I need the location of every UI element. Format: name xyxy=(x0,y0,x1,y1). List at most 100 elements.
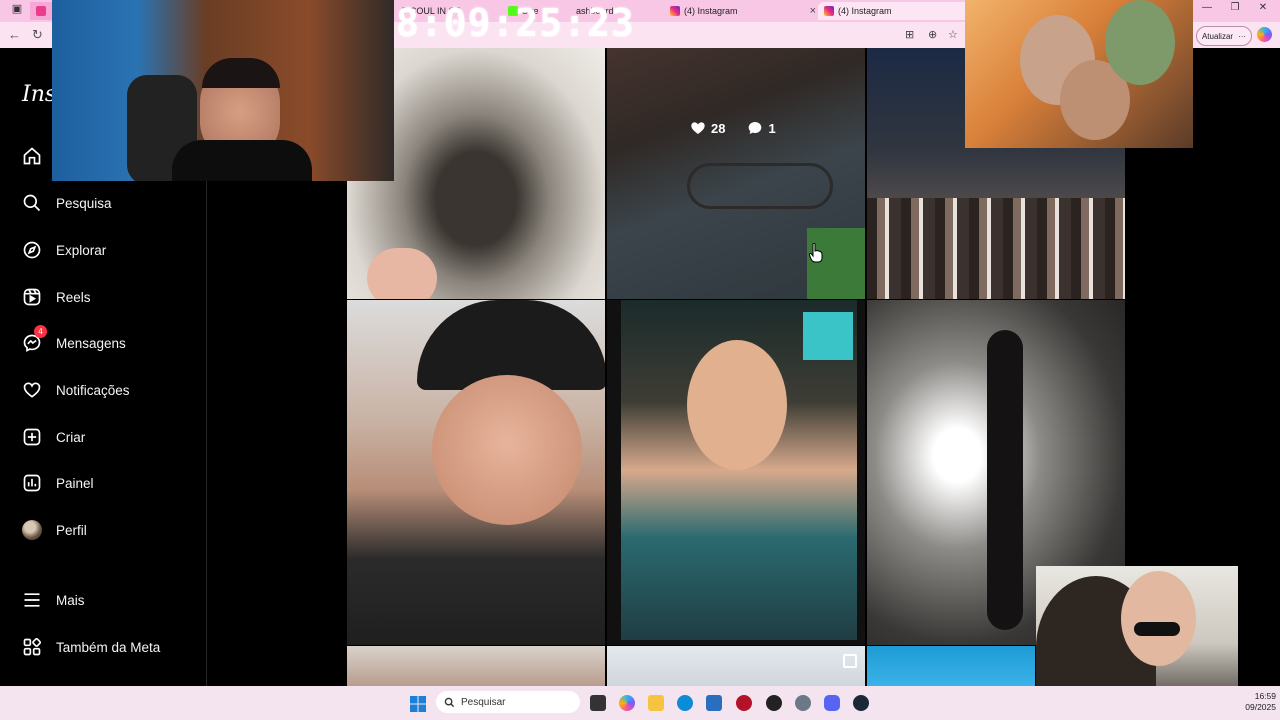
notification-badge: 4 xyxy=(34,325,47,338)
home-icon xyxy=(23,147,41,165)
back-icon[interactable]: ← xyxy=(8,27,21,42)
sidebar-item-dashboard[interactable]: Painel xyxy=(22,471,94,495)
hand-cursor-icon xyxy=(809,243,823,263)
tab-instagram-2[interactable]: (4) Instagram xyxy=(818,2,976,20)
sidebar-item-label: Mensagens xyxy=(56,335,126,351)
instagram-tab-icon xyxy=(824,6,834,16)
post-thumbnail-partial[interactable] xyxy=(347,646,605,686)
stream-clock-overlay: 8:09:25:23 xyxy=(396,1,635,45)
post-image-detail xyxy=(367,248,437,299)
reels-icon xyxy=(23,288,41,306)
refresh-icon[interactable]: ↻ xyxy=(32,27,43,43)
settings-gear-icon[interactable] xyxy=(795,695,811,711)
sidebar-item-search[interactable]: Pesquisa xyxy=(22,191,112,215)
close-window-icon[interactable]: ✕ xyxy=(1248,2,1278,13)
windows-start-icon[interactable] xyxy=(410,696,426,712)
sidebar-item-label: Explorar xyxy=(56,242,107,258)
sidebar-item-home[interactable] xyxy=(22,144,56,168)
sidebar-item-explore[interactable]: Explorar xyxy=(22,238,106,262)
webcam-detail xyxy=(202,58,280,88)
steam-icon[interactable] xyxy=(853,695,869,711)
sidebar-item-profile[interactable]: Perfil xyxy=(22,518,87,542)
discord-icon[interactable] xyxy=(824,695,840,711)
comments-stat: 1 xyxy=(747,120,776,136)
favorite-star-icon[interactable]: ☆ xyxy=(948,28,958,41)
comment-filled-icon xyxy=(749,122,762,134)
sidebar-item-reels[interactable]: Reels xyxy=(22,285,91,309)
sidebar-item-more[interactable]: Mais xyxy=(22,588,85,612)
chart-icon xyxy=(23,474,41,492)
sidebar-item-label: Mais xyxy=(56,592,85,608)
sidebar-item-label: Reels xyxy=(56,289,91,305)
copilot-app-icon[interactable] xyxy=(619,695,635,711)
sidebar-item-label: Criar xyxy=(56,429,86,445)
webcam-overlay-streamer xyxy=(52,0,394,181)
sidebar-item-label: Também da Meta xyxy=(56,639,161,655)
update-button-label: Atualizar xyxy=(1201,31,1234,41)
post-hover-stats: 28 1 xyxy=(690,120,776,136)
post-thumbnail-partial[interactable] xyxy=(607,646,865,686)
microsoft-store-icon[interactable] xyxy=(706,695,722,711)
post-thumbnail-party[interactable] xyxy=(607,300,865,645)
tab-instagram-1[interactable]: (4) Instagram × xyxy=(664,2,822,20)
profile-avatar xyxy=(22,520,42,540)
obs-icon[interactable] xyxy=(766,695,782,711)
apps-icon[interactable]: ⊞ xyxy=(905,28,914,41)
task-view-icon[interactable] xyxy=(590,695,606,711)
webcam-detail xyxy=(1134,622,1180,636)
taskbar-time: 16:59 xyxy=(1254,691,1276,701)
search-icon xyxy=(23,194,41,212)
grid-apps-icon xyxy=(23,637,42,656)
post-image-detail xyxy=(987,330,1023,630)
sidebar-item-label: Pesquisa xyxy=(56,195,112,211)
plus-square-icon xyxy=(23,428,41,446)
post-image-detail xyxy=(803,312,853,360)
update-button[interactable]: Atualizar ··· xyxy=(1196,26,1252,46)
sidebar-item-notifications[interactable]: Notificações xyxy=(22,378,130,402)
windows-taskbar: Pesquisar xyxy=(0,686,1280,720)
webcam-detail xyxy=(1121,571,1196,666)
file-explorer-icon[interactable] xyxy=(648,695,664,711)
heart-filled-icon xyxy=(691,122,705,134)
sidebar-item-label: Perfil xyxy=(56,522,87,538)
taskbar-search-placeholder: Pesquisar xyxy=(461,696,506,708)
minimize-icon[interactable]: — xyxy=(1192,2,1222,13)
taskbar-date: 09/2025 xyxy=(1245,702,1276,712)
tab-label: (4) Instagram xyxy=(838,6,892,16)
sidebar-item-messages[interactable]: 4 Mensagens xyxy=(22,325,126,355)
webcam-detail xyxy=(172,140,312,181)
zoom-icon[interactable]: ⊕ xyxy=(928,28,937,41)
app-red-icon[interactable] xyxy=(736,695,752,711)
taskbar-clock[interactable]: 16:59 09/2025 xyxy=(1236,691,1276,713)
post-thumbnail-partial[interactable] xyxy=(867,646,1035,686)
comments-count: 1 xyxy=(768,120,776,136)
restore-icon[interactable]: ❐ xyxy=(1220,2,1250,13)
post-image-detail xyxy=(687,340,787,470)
post-thumbnail-selfie-cap[interactable] xyxy=(347,300,605,645)
post-image-detail xyxy=(807,228,865,299)
likes-count: 28 xyxy=(711,120,726,136)
pinned-tab-icon xyxy=(36,6,46,16)
webcam-overlay-filter-faces xyxy=(965,0,1193,148)
sidebar-item-also-from-meta[interactable]: Também da Meta xyxy=(22,635,160,659)
post-thumbnail-sunglasses[interactable] xyxy=(607,48,865,299)
tab-label: (4) Instagram xyxy=(684,6,738,16)
edge-browser-icon[interactable] xyxy=(677,695,693,711)
more-options-icon[interactable]: ··· xyxy=(1238,32,1246,41)
heart-icon xyxy=(23,382,41,398)
post-image-detail xyxy=(867,198,1125,299)
sidebar-item-label: Notificações xyxy=(56,382,130,398)
search-icon xyxy=(444,697,455,707)
post-image-detail xyxy=(432,375,582,525)
taskbar-search[interactable]: Pesquisar xyxy=(436,691,580,713)
sidebar-item-create[interactable]: Criar xyxy=(22,425,85,449)
carousel-icon xyxy=(843,654,857,668)
menu-icon xyxy=(24,593,40,607)
close-tab-icon[interactable]: × xyxy=(810,5,816,17)
copilot-icon[interactable] xyxy=(1257,27,1272,42)
compass-icon xyxy=(23,241,41,259)
post-image-detail xyxy=(687,163,833,209)
tab-actions-icon[interactable]: ▣ xyxy=(2,2,32,15)
likes-stat: 28 xyxy=(690,120,725,136)
sidebar-item-label: Painel xyxy=(56,475,94,491)
